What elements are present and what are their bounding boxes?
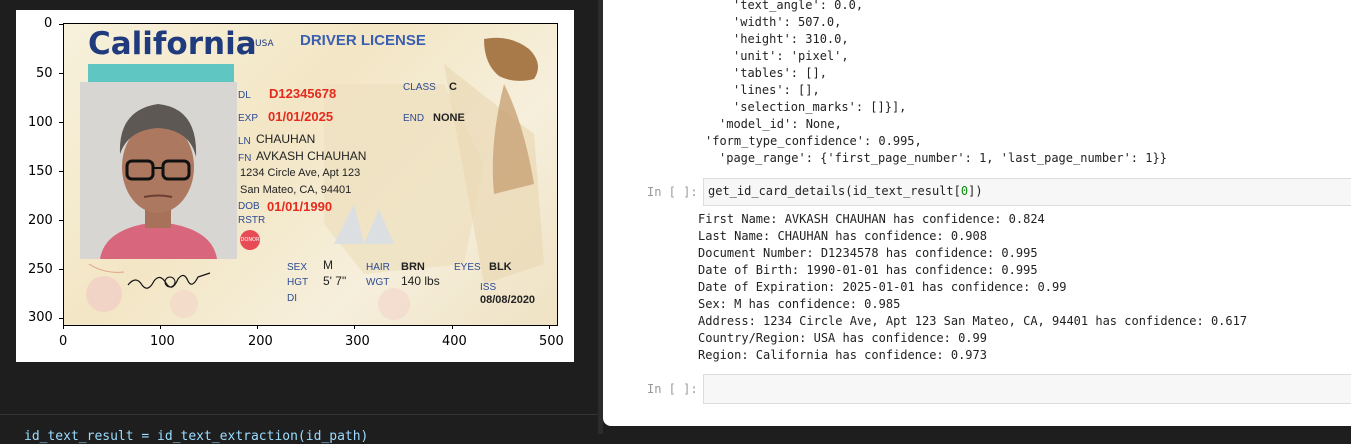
- next-cell-code: id_text_result = id_text_extraction(id_p…: [24, 429, 369, 444]
- card-exp-label: EXP: [238, 113, 259, 124]
- card-eyes-label: EYES: [454, 262, 481, 273]
- output-code-line: 'unit': 'pixel',: [733, 49, 849, 63]
- code-fn-call: get_id_card_details(id_text_result[: [708, 184, 961, 198]
- card-teal-bar: [88, 64, 234, 82]
- output-line: Address: 1234 Circle Ave, Apt 123 San Ma…: [698, 314, 1248, 328]
- card-hair-value: BRN: [401, 261, 425, 273]
- card-state-title: California: [88, 26, 257, 62]
- code-call-end: ]): [968, 184, 983, 198]
- card-country: USA: [255, 39, 274, 49]
- card-eyes-value: BLK: [489, 261, 512, 273]
- card-wgt-label: WGT: [366, 277, 390, 288]
- cell-prompt: In [ ]:: [647, 185, 698, 199]
- card-exp-value: 01/01/2025: [268, 109, 334, 124]
- plot-image-area: California USA DRIVER LICENSE DL D123456…: [63, 23, 558, 326]
- drivers-license-image: California USA DRIVER LICENSE DL D123456…: [64, 24, 557, 325]
- card-fn-value: AVKASH CHAUHAN: [256, 149, 367, 163]
- output-code-line: 'text_angle': 0.0,: [733, 0, 864, 12]
- signature-icon: [127, 272, 211, 289]
- output-line: First Name: AVKASH CHAUHAN has confidenc…: [698, 212, 1045, 226]
- notebook-right-pane: 'text_angle': 0.0, 'width': 507.0, 'heig…: [603, 0, 1351, 426]
- y-tick-label: 300: [28, 310, 53, 325]
- y-tick-label: 250: [28, 262, 53, 277]
- output-code-line: 'model_id': None,: [719, 117, 842, 131]
- card-iss-value: 08/08/2020: [480, 294, 536, 306]
- card-hair-label: HAIR: [366, 262, 390, 273]
- card-dob-value: 01/01/1990: [267, 199, 333, 214]
- card-iss-label: ISS: [480, 282, 497, 293]
- output-code-line: 'tables': [],: [733, 66, 827, 80]
- empty-code-cell-input[interactable]: [703, 374, 1351, 404]
- card-dl-label: DL: [238, 90, 251, 101]
- y-tick-label: 200: [28, 213, 53, 228]
- output-line: Region: California has confidence: 0.973: [698, 348, 987, 362]
- y-tick-label: 50: [36, 66, 53, 81]
- card-fn-label: FN: [238, 153, 252, 164]
- output-line: Country/Region: USA has confidence: 0.99: [698, 331, 987, 345]
- plot-figure: 0 50 100 150 200 250 300 0 100 200 300 4…: [16, 10, 574, 362]
- code-cell-input[interactable]: get_id_card_details(id_text_result[0]): [703, 178, 1351, 206]
- card-hgt-value: 5' 7": [323, 274, 347, 288]
- output-code-line: 'form_type_confidence': 0.995,: [705, 134, 922, 148]
- output-line: Date of Birth: 1990-01-01 has confidence…: [698, 263, 1038, 277]
- card-donor-badge: DONOR: [240, 230, 260, 250]
- next-cell-strip: id_text_result = id_text_extraction(id_p…: [0, 414, 598, 444]
- card-dob-label: DOB: [238, 201, 260, 212]
- x-tick-label: 300: [345, 334, 370, 349]
- card-end-value: NONE: [433, 112, 465, 124]
- output-code-line: 'lines': [],: [733, 83, 820, 97]
- y-tick-label: 100: [28, 115, 53, 130]
- card-class-label: CLASS: [403, 82, 436, 93]
- card-wgt-value: 140 lbs: [401, 274, 440, 288]
- output-code-line: 'selection_marks': []}],: [733, 100, 907, 114]
- notebook-left-pane: 0 50 100 150 200 250 300 0 100 200 300 4…: [0, 0, 598, 444]
- output-code-line: 'height': 310.0,: [733, 32, 849, 46]
- card-rstr-label: RSTR: [238, 215, 266, 226]
- card-doc-type: DRIVER LICENSE: [300, 32, 426, 49]
- output-line: Date of Expiration: 2025-01-01 has confi…: [698, 280, 1067, 294]
- card-ln-label: LN: [238, 136, 251, 147]
- x-tick-label: 500: [539, 334, 564, 349]
- y-tick-label: 150: [28, 164, 53, 179]
- x-tick-label: 100: [150, 334, 175, 349]
- output-code-line: 'width': 507.0,: [733, 15, 842, 29]
- x-tick-label: 400: [442, 334, 467, 349]
- cell-prompt: In [ ]:: [647, 382, 698, 396]
- card-sex-label: SEX: [287, 262, 308, 273]
- card-address-line2: San Mateo, CA, 94401: [240, 184, 352, 196]
- output-line: Sex: M has confidence: 0.985: [698, 297, 901, 311]
- card-photo: [80, 82, 237, 259]
- person-photo-icon: [80, 82, 237, 259]
- output-code-line: 'page_range': {'first_page_number': 1, '…: [719, 151, 1167, 165]
- card-dl-value: D12345678: [269, 86, 337, 101]
- x-tick-label: 200: [248, 334, 273, 349]
- x-tick-label: 0: [59, 334, 68, 349]
- card-ln-value: CHAUHAN: [256, 132, 316, 146]
- card-sex-value: M: [323, 258, 333, 272]
- card-address-line1: 1234 Circle Ave, Apt 123: [240, 167, 361, 179]
- card-class-value: C: [449, 81, 457, 93]
- card-end-label: END: [403, 113, 425, 124]
- output-line: Document Number: D1234578 has confidence…: [698, 246, 1038, 260]
- code-cell-text[interactable]: get_id_card_details(id_text_result[0]): [708, 184, 983, 198]
- card-hgt-label: HGT: [287, 277, 309, 288]
- card-dd-label: DI: [287, 293, 297, 304]
- output-line: Last Name: CHAUHAN has confidence: 0.908: [698, 229, 987, 243]
- y-tick-label: 0: [44, 16, 53, 31]
